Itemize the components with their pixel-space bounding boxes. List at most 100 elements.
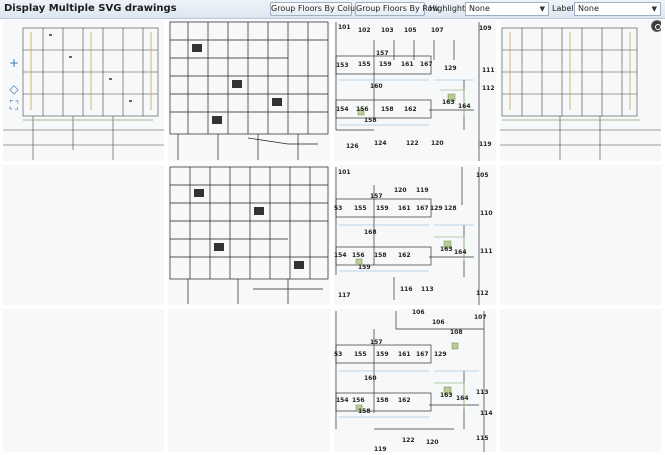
room-label-154: 154 bbox=[334, 252, 347, 259]
room-label-158: 158 bbox=[381, 106, 394, 113]
room-label-162: 162 bbox=[398, 252, 411, 259]
window-title: Display Multiple SVG drawings bbox=[4, 3, 177, 14]
room-label-106: 106 bbox=[412, 309, 425, 316]
drawing-panel-r3c1[interactable] bbox=[3, 309, 164, 452]
drawing-panel-r2c1[interactable] bbox=[3, 165, 164, 305]
room-label-159: 159 bbox=[376, 351, 389, 358]
room-label-122: 122 bbox=[406, 140, 419, 147]
floor-plan-drawing bbox=[169, 166, 329, 304]
highlights-select[interactable]: None ▼ bbox=[465, 2, 549, 16]
pan-icon[interactable]: ◇ bbox=[7, 82, 21, 96]
floor-plan-drawing: 106 107 106 108 157 53 155 159 161 167 1… bbox=[334, 309, 493, 452]
room-label-160: 160 bbox=[370, 83, 383, 90]
room-label-106-b: 106 bbox=[432, 319, 445, 326]
room-label-126: 126 bbox=[346, 143, 359, 150]
labels-select[interactable]: None ▼ bbox=[574, 2, 661, 16]
room-label-117: 117 bbox=[338, 292, 351, 299]
room-label-103: 103 bbox=[381, 27, 394, 34]
fit-to-view-icon[interactable]: ⛶ bbox=[7, 98, 21, 112]
drawing-panel-r1c3[interactable]: 101 102 103 105 107 109 157 153 155 159 … bbox=[334, 20, 496, 161]
room-label-129: 129 bbox=[434, 351, 447, 358]
room-label-113: 113 bbox=[421, 286, 434, 293]
group-floors-by-row-button[interactable]: Group Floors By Row bbox=[355, 2, 439, 16]
drawing-panel-r2c2[interactable] bbox=[168, 165, 330, 305]
floor-plan-drawing bbox=[169, 21, 329, 160]
room-label-116: 116 bbox=[400, 286, 413, 293]
map-navigation-controls: + ◇ ⛶ bbox=[7, 56, 21, 116]
room-label-158-b: 158 bbox=[364, 117, 377, 124]
drawing-panel-r3c4[interactable] bbox=[500, 309, 661, 452]
room-label-107: 107 bbox=[431, 27, 444, 34]
room-label-129: 129 bbox=[430, 205, 443, 212]
room-label-167: 167 bbox=[416, 351, 429, 358]
room-label-111: 111 bbox=[482, 67, 495, 74]
room-label-163: 163 bbox=[442, 99, 455, 106]
room-label-155: 155 bbox=[358, 61, 371, 68]
room-label-167: 167 bbox=[416, 205, 429, 212]
home-icon[interactable] bbox=[651, 20, 661, 32]
chevron-down-icon: ▼ bbox=[539, 5, 545, 13]
room-label-115: 115 bbox=[476, 435, 489, 442]
room-label-162: 162 bbox=[404, 106, 417, 113]
floor-plan-drawing bbox=[3, 27, 164, 160]
drawing-panel-r2c3[interactable]: 101 120 119 105 157 53 155 159 161 167 1… bbox=[334, 165, 496, 305]
room-label-101: 101 bbox=[338, 169, 351, 176]
room-label-120: 120 bbox=[431, 140, 444, 147]
room-label-114: 114 bbox=[480, 410, 493, 417]
room-label-109: 109 bbox=[479, 25, 492, 32]
drawing-panel-r2c4[interactable] bbox=[500, 165, 661, 305]
room-label-156: 156 bbox=[352, 397, 365, 404]
room-label-102: 102 bbox=[358, 27, 371, 34]
chevron-down-icon: ▼ bbox=[651, 5, 657, 13]
room-label-167: 167 bbox=[420, 61, 433, 68]
room-label-53: 53 bbox=[334, 351, 342, 358]
room-label-156: 156 bbox=[352, 252, 365, 259]
drawing-panel-r3c2[interactable] bbox=[168, 309, 330, 452]
room-label-110: 110 bbox=[480, 210, 493, 217]
room-label-119: 119 bbox=[374, 446, 387, 452]
drawing-panel-r1c4[interactable] bbox=[500, 20, 661, 161]
room-label-120: 120 bbox=[426, 439, 439, 446]
room-label-156: 156 bbox=[356, 106, 369, 113]
room-label-111: 111 bbox=[480, 248, 493, 255]
floor-plan-drawing bbox=[500, 27, 661, 160]
room-label-161: 161 bbox=[398, 351, 411, 358]
room-label-107: 107 bbox=[474, 314, 487, 321]
room-label-154: 154 bbox=[336, 106, 349, 113]
room-label-157: 157 bbox=[370, 193, 383, 200]
room-label-164: 164 bbox=[456, 395, 469, 402]
room-label-163: 163 bbox=[440, 246, 453, 253]
room-label-161: 161 bbox=[401, 61, 414, 68]
room-label-155: 155 bbox=[354, 351, 367, 358]
room-label-153: 153 bbox=[336, 62, 349, 69]
room-label-159: 159 bbox=[379, 61, 392, 68]
room-label-120: 120 bbox=[394, 187, 407, 194]
room-label-53: 53 bbox=[334, 205, 342, 212]
room-label-113: 113 bbox=[476, 389, 489, 396]
room-label-129: 129 bbox=[444, 65, 457, 72]
drawing-panel-r3c3[interactable]: 106 107 106 108 157 53 155 159 161 167 1… bbox=[334, 309, 496, 452]
room-label-159-b: 159 bbox=[358, 264, 371, 271]
room-label-160: 160 bbox=[364, 375, 377, 382]
room-label-101: 101 bbox=[338, 24, 351, 31]
room-label-119: 119 bbox=[479, 141, 492, 148]
room-label-105: 105 bbox=[404, 27, 417, 34]
room-label-119: 119 bbox=[416, 187, 429, 194]
room-label-157: 157 bbox=[376, 50, 389, 57]
room-label-154: 154 bbox=[336, 397, 349, 404]
labels-value: None bbox=[578, 4, 599, 13]
zoom-in-icon[interactable]: + bbox=[7, 56, 21, 70]
room-label-124: 124 bbox=[374, 140, 387, 147]
room-label-161: 161 bbox=[398, 205, 411, 212]
room-label-108: 108 bbox=[450, 329, 463, 336]
room-label-158-b: 158 bbox=[358, 408, 371, 415]
room-label-157: 157 bbox=[370, 339, 383, 346]
room-label-164: 164 bbox=[458, 103, 471, 110]
group-floors-by-column-button[interactable]: Group Floors By Column bbox=[270, 2, 368, 16]
drawing-panel-r1c1[interactable]: + ◇ ⛶ bbox=[3, 20, 164, 161]
room-label-112: 112 bbox=[476, 290, 489, 297]
highlights-value: None bbox=[469, 4, 490, 13]
room-label-112: 112 bbox=[482, 85, 495, 92]
toolbar: Display Multiple SVG drawings Group Floo… bbox=[0, 0, 665, 19]
drawing-panel-r1c2[interactable] bbox=[168, 20, 330, 161]
